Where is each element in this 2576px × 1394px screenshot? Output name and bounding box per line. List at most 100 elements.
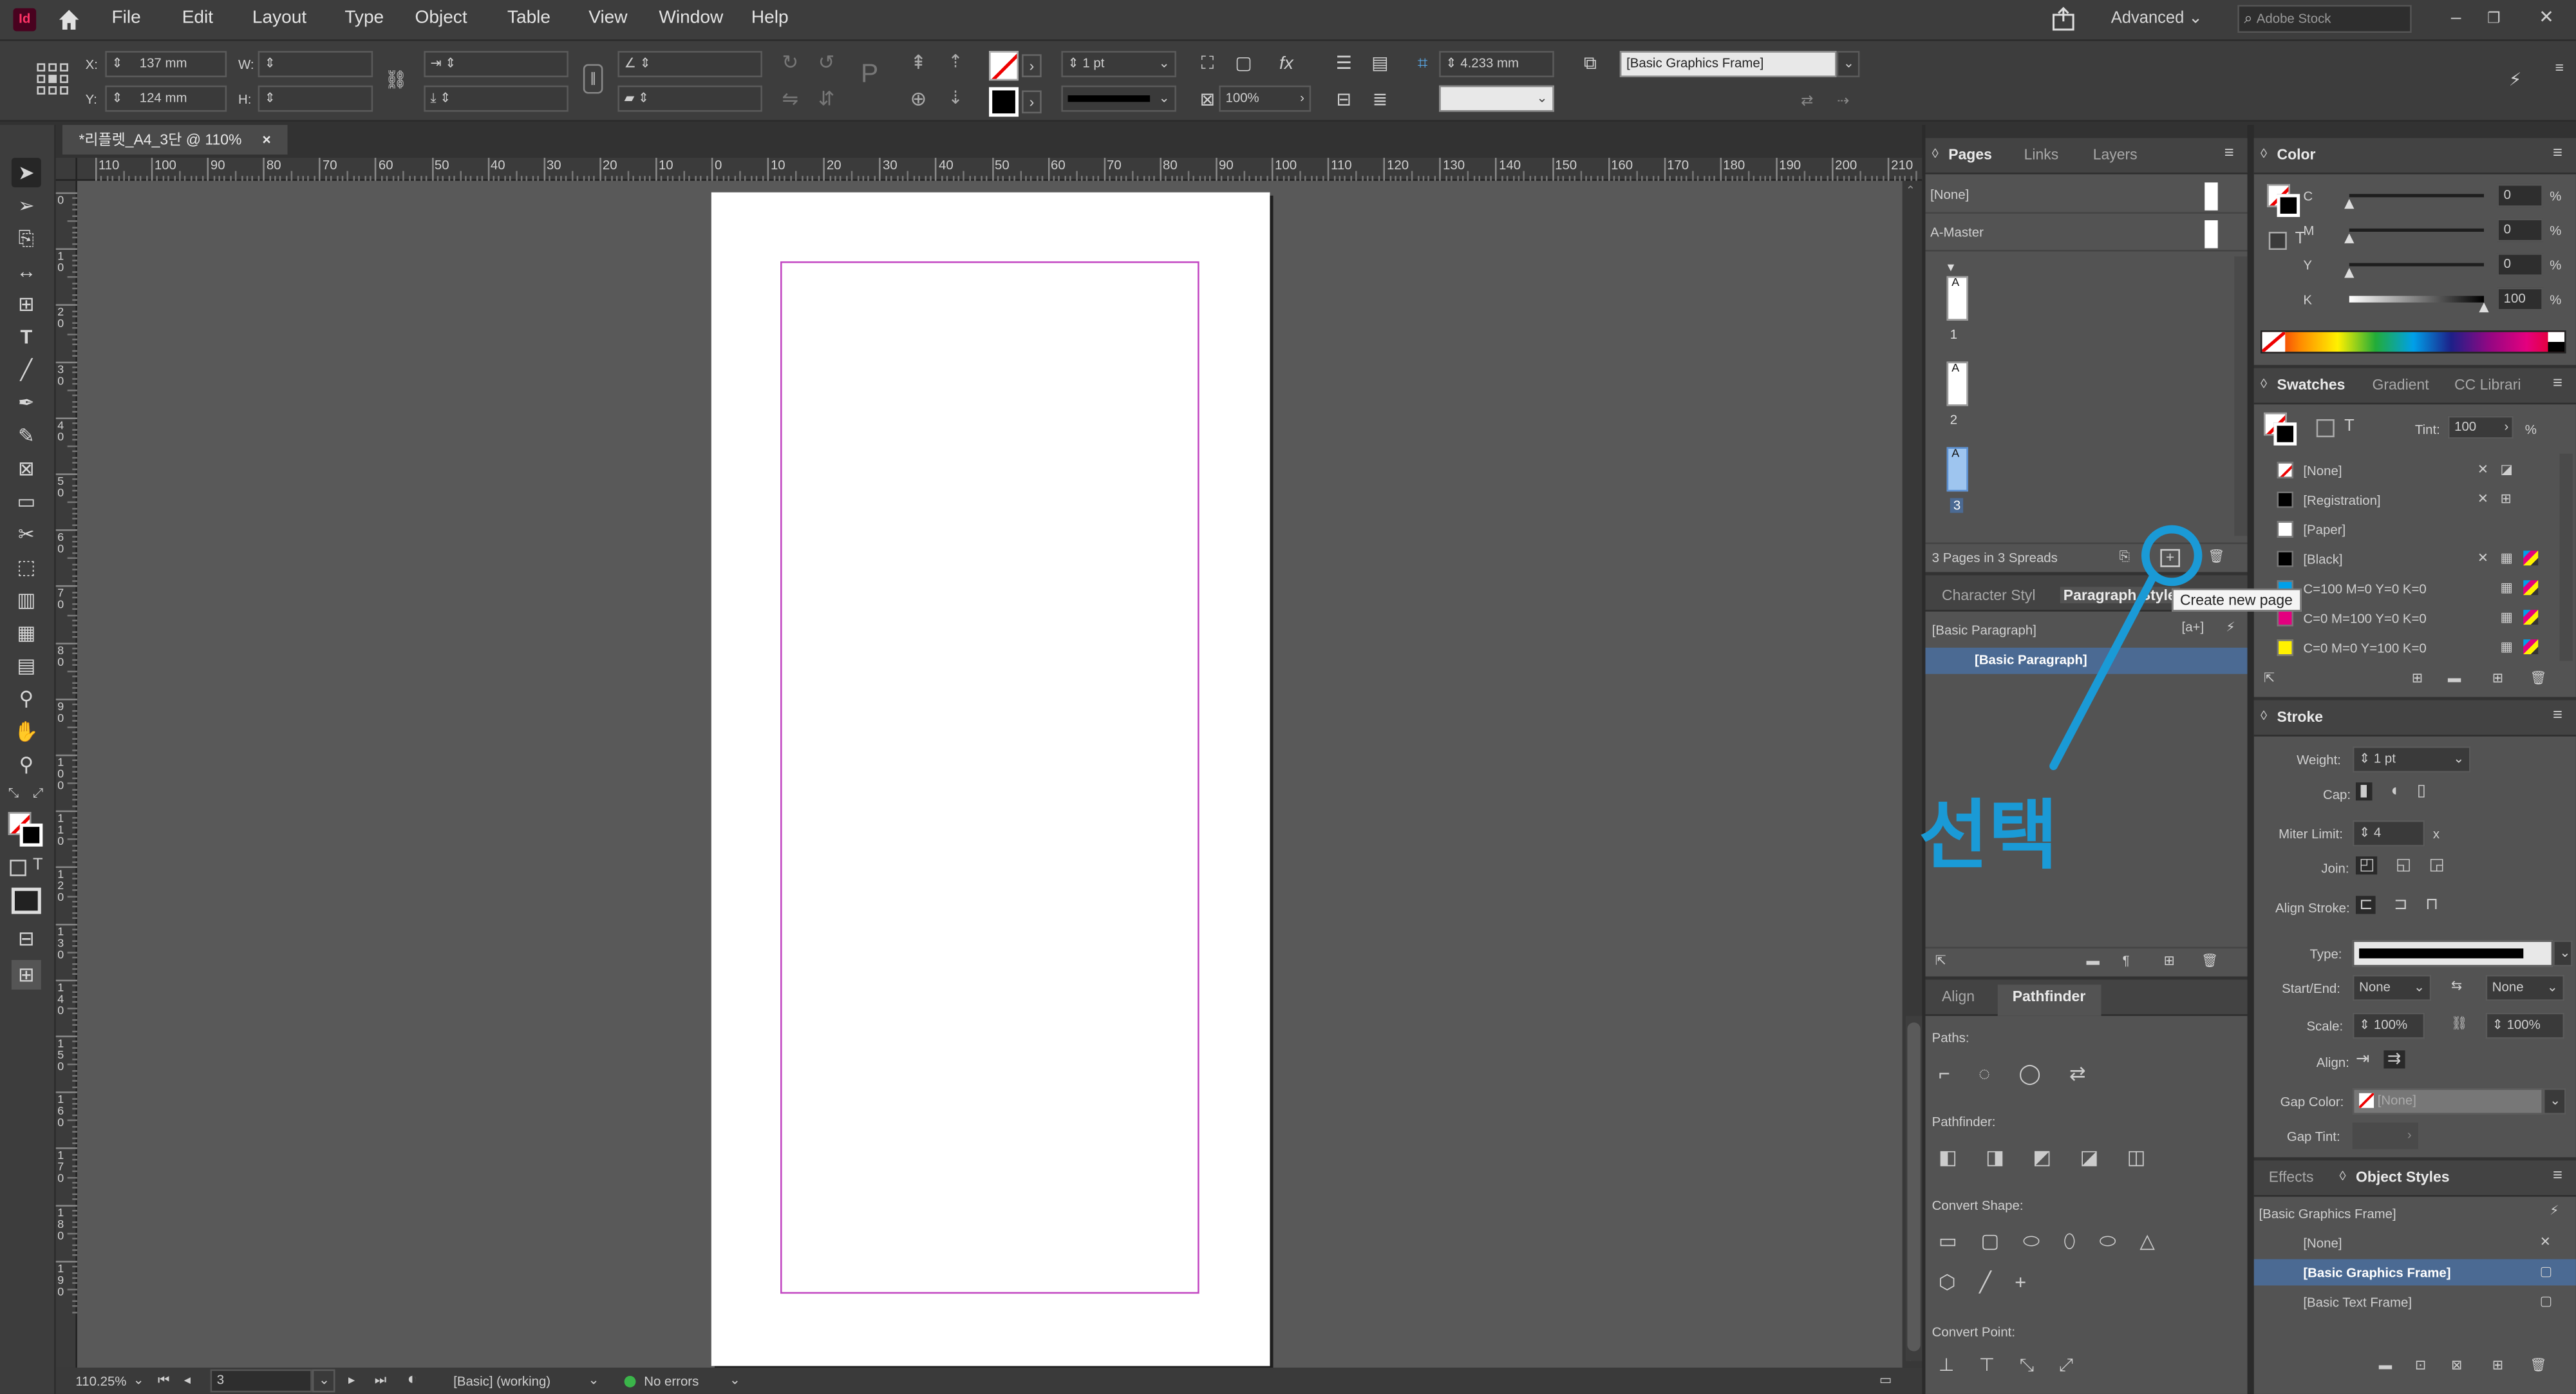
- quick-apply-icon[interactable]: ⚡: [2550, 1203, 2559, 1218]
- corner-size-field[interactable]: ⇕ 4.233 mm: [1439, 51, 1554, 77]
- free-transform-tool-icon[interactable]: ⬚: [12, 552, 41, 582]
- fit-frame-icon[interactable]: ▢: [1230, 51, 1257, 77]
- panel-menu-icon[interactable]: ≡: [2553, 145, 2562, 163]
- open-document-icon[interactable]: ◐: [408, 1371, 417, 1389]
- menu-view[interactable]: View: [588, 8, 627, 28]
- page-thumbnail[interactable]: A: [1946, 447, 1968, 492]
- gradient-feather-tool-icon[interactable]: ▦: [12, 618, 41, 648]
- formatting-container-icon[interactable]: [2268, 231, 2287, 250]
- text-wrap-bbox-icon[interactable]: ▤: [1367, 51, 1393, 77]
- tab-layers[interactable]: Layers: [2093, 146, 2138, 163]
- delete-style-icon[interactable]: 🗑: [2201, 954, 2218, 968]
- scale-y-field[interactable]: ⤓ ⇕: [424, 85, 569, 112]
- new-group-icon[interactable]: ▬: [2087, 954, 2100, 968]
- opacity-field[interactable]: 100% ›: [1219, 85, 1312, 112]
- content-collector-icon[interactable]: ⊞: [12, 289, 41, 319]
- polygon-shape-icon[interactable]: ⬡: [1939, 1270, 1956, 1294]
- clear-overrides-icon[interactable]: ⊠: [2451, 1358, 2462, 1373]
- menu-layout[interactable]: Layout: [252, 8, 306, 28]
- channel-slider[interactable]: [2349, 263, 2485, 267]
- spectrum-none[interactable]: [2262, 332, 2286, 352]
- rotate-ccw-icon[interactable]: ↺: [818, 51, 835, 74]
- scissors-tool-icon[interactable]: ✂: [12, 520, 41, 549]
- tab-pages[interactable]: Pages: [1948, 146, 1992, 163]
- tab-gradient[interactable]: Gradient: [2373, 377, 2429, 393]
- swatches-scrollbar[interactable]: [2559, 453, 2573, 661]
- orthogonal-line-icon[interactable]: +: [2015, 1270, 2026, 1294]
- zoom-level[interactable]: 110.25%: [75, 1374, 126, 1389]
- color-spectrum[interactable]: [2261, 330, 2566, 353]
- spectrum-bw[interactable]: [2548, 332, 2565, 352]
- triangle-shape-icon[interactable]: △: [2139, 1230, 2155, 1253]
- scale-start-field[interactable]: ⇕ 100%: [2352, 1012, 2425, 1039]
- ellipse-shape-icon[interactable]: ⬭: [2100, 1230, 2116, 1253]
- gap-tool-icon[interactable]: ↔: [12, 256, 41, 286]
- select-content-icon[interactable]: ⊕: [910, 87, 927, 110]
- chevron-down-icon[interactable]: ⌄: [729, 1373, 740, 1388]
- load-styles-icon[interactable]: ⇱: [1935, 954, 1946, 968]
- slider-thumb[interactable]: [2344, 198, 2355, 209]
- miter-join-icon[interactable]: ◰: [2355, 856, 2378, 875]
- page-menu-button[interactable]: ⌄: [312, 1369, 335, 1393]
- stroke-weight-field[interactable]: ⇕ 1 pt ⌄: [1061, 51, 1176, 77]
- create-new-style-icon[interactable]: ⊞: [2492, 1358, 2503, 1373]
- stroke-type-dropdown[interactable]: ⌄: [2553, 940, 2573, 967]
- master-a[interactable]: A-Master: [1925, 215, 2248, 252]
- panel-menu-icon[interactable]: ≡: [2553, 1167, 2562, 1185]
- gap-color-dropdown[interactable]: ⌄: [2543, 1088, 2566, 1115]
- restore-icon[interactable]: ❐: [2481, 5, 2507, 32]
- stroke-type-select[interactable]: ⌄: [1061, 85, 1176, 112]
- formatting-container-icon[interactable]: [2316, 419, 2335, 438]
- preflight-profile[interactable]: [Basic] (working): [453, 1374, 550, 1389]
- panel-menu-icon[interactable]: ≡: [2224, 145, 2234, 163]
- miter-limit-field[interactable]: ⇕ 4: [2352, 820, 2425, 847]
- align-outside-stroke-icon[interactable]: ⊓: [2425, 896, 2438, 914]
- text-wrap-jump-icon[interactable]: ≣: [1367, 87, 1393, 113]
- clear-overrides-icon[interactable]: ¶: [2123, 954, 2130, 968]
- apply-color-icon[interactable]: [11, 887, 41, 914]
- channel-slider[interactable]: [2349, 194, 2485, 198]
- close-tab-icon[interactable]: ×: [262, 131, 270, 148]
- last-page-icon[interactable]: ⏭: [375, 1373, 386, 1389]
- pencil-tool-icon[interactable]: ✎: [12, 421, 41, 451]
- fit-content-icon[interactable]: ⛶: [1194, 51, 1221, 77]
- zoom-tool-icon[interactable]: ⚲: [12, 749, 41, 779]
- selection-tool-icon[interactable]: ➤: [11, 158, 41, 188]
- width-field[interactable]: ⇕: [258, 51, 373, 77]
- tab-object-styles[interactable]: Object Styles: [2356, 1169, 2450, 1185]
- menu-type[interactable]: Type: [344, 8, 384, 28]
- arrow-tip-at-end-icon[interactable]: ⇉: [2383, 1050, 2405, 1069]
- page-thumbnail[interactable]: A: [1946, 361, 1968, 406]
- select-next-icon[interactable]: ⇣: [948, 87, 963, 109]
- object-style-dropdown[interactable]: ⌄: [1836, 51, 1860, 77]
- text-wrap-shape-icon[interactable]: ⊟: [1331, 87, 1357, 113]
- delete-style-icon[interactable]: 🗑: [2530, 1358, 2546, 1373]
- arrow-tip-beyond-icon[interactable]: ⇥: [2356, 1050, 2369, 1068]
- new-swatch-icon[interactable]: ⊞: [2492, 671, 2503, 686]
- minimize-icon[interactable]: –: [2443, 5, 2469, 32]
- tab-stroke[interactable]: Stroke: [2277, 708, 2323, 725]
- scroll-up-icon[interactable]: ⌃: [1906, 184, 1915, 197]
- channel-value-field[interactable]: 0: [2497, 218, 2543, 242]
- gap-color-select[interactable]: [None]: [2352, 1088, 2543, 1115]
- shear-field[interactable]: ▰ ⇕: [617, 85, 762, 112]
- slider-thumb[interactable]: [2344, 233, 2355, 243]
- swap-fill-stroke-icon[interactable]: ⤢: [33, 786, 43, 802]
- create-new-style-icon[interactable]: ⊞: [2163, 954, 2174, 968]
- home-icon[interactable]: [56, 6, 82, 33]
- menu-help[interactable]: Help: [751, 8, 789, 28]
- direct-selection-tool-icon[interactable]: ➢: [12, 191, 41, 220]
- rectangle-shape-icon[interactable]: ▭: [1939, 1230, 1957, 1253]
- menu-window[interactable]: Window: [659, 8, 723, 28]
- scroll-left-icon[interactable]: ▭: [1879, 1373, 1892, 1388]
- scale-end-field[interactable]: ⇕ 100%: [2485, 1012, 2565, 1039]
- next-page-icon[interactable]: ▸: [348, 1373, 355, 1388]
- tab-align[interactable]: Align: [1942, 988, 1975, 1004]
- scroll-thumb[interactable]: [1907, 1022, 1921, 1352]
- fill-menu-icon[interactable]: ›: [1022, 54, 1042, 77]
- rotation-field[interactable]: ∠ ⇕: [617, 51, 762, 77]
- corner-options-icon[interactable]: ⌗: [1409, 51, 1436, 77]
- close-icon[interactable]: ✕: [2534, 5, 2560, 32]
- tab-pathfinder[interactable]: Pathfinder: [1997, 984, 2101, 1016]
- effects-fx-icon[interactable]: fx: [1273, 51, 1299, 77]
